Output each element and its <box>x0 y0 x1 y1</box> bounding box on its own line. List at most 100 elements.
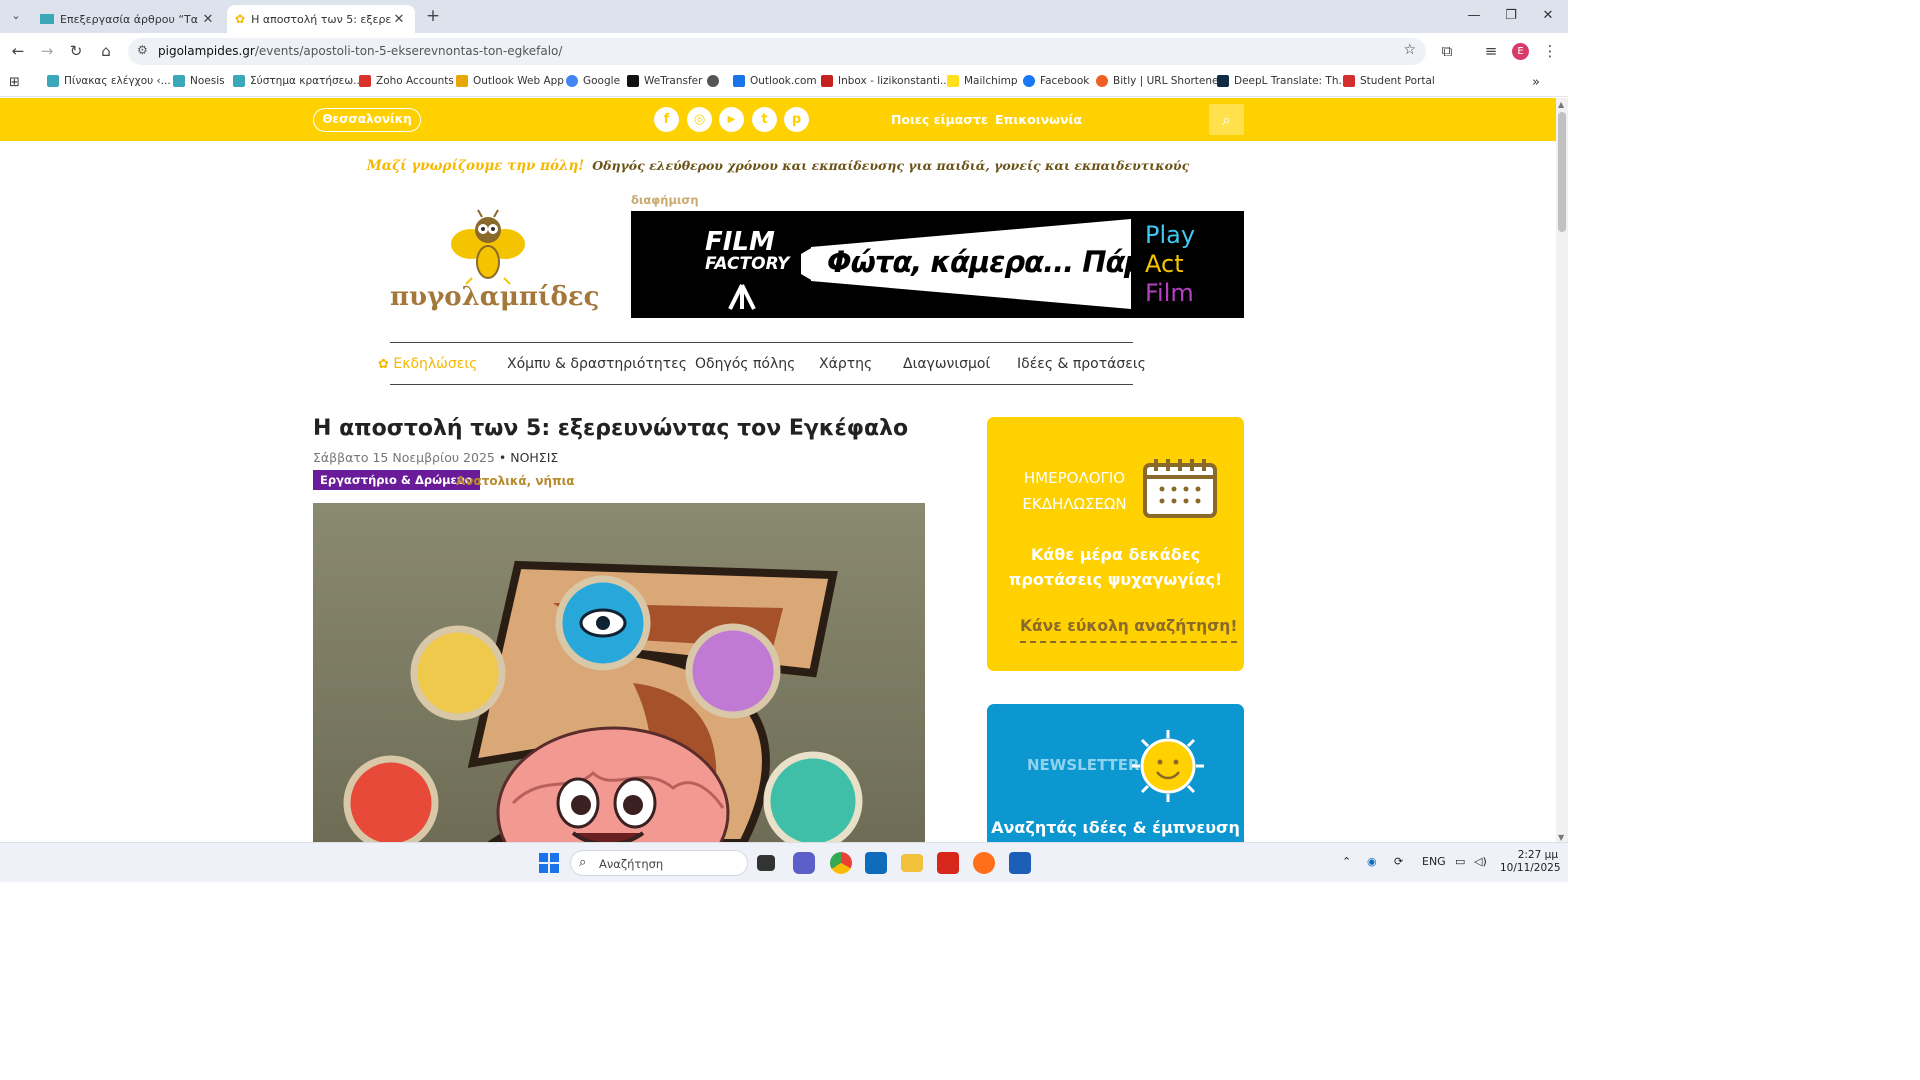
close-tab-icon[interactable]: ✕ <box>200 12 216 27</box>
clock-date: 10/11/2025 <box>1500 862 1561 874</box>
site-top-bar: Θεσσαλονίκη f ◎ ▶ t p Ποιες είμαστε Επικ… <box>0 98 1556 141</box>
article-tags[interactable]: Ανατολικά, νήπια <box>456 474 575 488</box>
bookmark-item[interactable]: Σύστημα κρατήσεω... <box>233 75 363 87</box>
site-tagline: Μαζί γνωρίζουμε την πόλη! Οδηγός ελεύθερο… <box>0 158 1556 174</box>
tray-sync-icon[interactable]: ⟳ <box>1394 855 1403 868</box>
menu-item-hobbies[interactable]: Χόμπυ & δραστηριότητες <box>507 356 687 372</box>
outlook-icon[interactable] <box>865 852 887 874</box>
browser-tab-active[interactable]: ✿ Η αποστολή των 5: εξερευνώντας… ✕ <box>227 5 415 33</box>
calendar-card-text: Κάθε μέρα δεκάδες προτάσεις ψυχαγωγίας! <box>1008 545 1223 589</box>
bookmarks-bar: ⊞ Πίνακας ελέγχου ‹... Noesis Σύστημα κρ… <box>0 70 1568 97</box>
bookmark-item[interactable]: Zoho Accounts <box>359 75 454 87</box>
teams-icon[interactable] <box>793 852 815 874</box>
ad-brand: FILM FACTORY <box>705 227 790 274</box>
tray-overflow-icon[interactable]: ⌃ <box>1342 855 1351 868</box>
bookmark-item[interactable]: Google <box>566 75 620 87</box>
page-scrollbar[interactable]: ▲ ▼ <box>1556 98 1568 842</box>
volume-icon[interactable]: ◁) <box>1474 855 1487 868</box>
search-icon: ⌕ <box>1222 110 1231 129</box>
instagram-icon[interactable]: ◎ <box>687 107 712 132</box>
menu-item-map[interactable]: Χάρτης <box>819 356 872 372</box>
task-view-icon[interactable] <box>757 855 775 871</box>
restore-icon[interactable]: ❐ <box>1501 6 1521 26</box>
ad-banner[interactable]: FILM FACTORY Φώτα, κάμερα... Πάμε! Play … <box>631 211 1244 318</box>
calendar-card-title: ΗΜΕΡΟΛΟΓΙΟ ΕΚΔΗΛΩΣΕΩΝ <box>1022 469 1127 513</box>
menu-item-ideas[interactable]: Ιδέες & προτάσεις <box>1017 356 1146 372</box>
close-tab-icon[interactable]: ✕ <box>391 12 407 27</box>
window-close-icon[interactable]: ✕ <box>1538 6 1558 26</box>
facebook-icon[interactable]: f <box>654 107 679 132</box>
bookmark-item[interactable]: Outlook Web App <box>456 75 564 87</box>
browser-menu-icon[interactable]: ⋮ <box>1540 41 1560 61</box>
contact-link[interactable]: Επικοινωνία <box>995 112 1082 127</box>
globe-bookmark-icon[interactable] <box>707 75 724 87</box>
url-domain: pigolampides.gr <box>158 44 255 58</box>
more-bookmarks-icon[interactable]: » <box>1532 75 1540 90</box>
organizer-link[interactable]: ΝΟΗΣΙΣ <box>510 450 558 465</box>
scroll-down-icon[interactable]: ▼ <box>1558 833 1564 842</box>
menu-item-city-guide[interactable]: Οδηγός πόλης <box>695 356 795 372</box>
bookmark-item[interactable]: Πίνακας ελέγχου ‹... <box>47 75 171 87</box>
calendar-search-link[interactable]: Κάνε εύκολη αναζήτηση! <box>1020 617 1238 643</box>
browser-toolbar: ← → ↻ ⌂ ⚙ pigolampides.gr/events/apostol… <box>0 33 1568 70</box>
twitter-icon[interactable]: t <box>752 107 777 132</box>
category-badge[interactable]: Εργαστήριο & Δρώμενο <box>313 470 480 490</box>
minimize-icon[interactable]: — <box>1464 6 1484 26</box>
forward-arrow-icon[interactable]: → <box>37 41 57 61</box>
tray-app-icon[interactable]: ◉ <box>1367 855 1377 868</box>
bookmark-star-icon[interactable]: ☆ <box>1403 42 1416 58</box>
bookmark-item[interactable]: Mailchimp <box>947 75 1018 87</box>
bookmark-item[interactable]: Student Portal <box>1343 75 1435 87</box>
clock[interactable]: 2:27 μμ 10/11/2025 <box>1500 849 1561 875</box>
menu-item-contests[interactable]: Διαγωνισμοί <box>903 356 990 372</box>
taskbar-search-placeholder: Αναζήτηση <box>599 857 664 871</box>
site-info-icon[interactable]: ⚙ <box>137 43 148 57</box>
bookmark-item[interactable]: Facebook <box>1023 75 1089 87</box>
windows-start-icon[interactable] <box>539 853 559 873</box>
url-text[interactable]: pigolampides.gr/events/apostoli-ton-5-ek… <box>158 44 562 58</box>
tab-search-icon[interactable]: ⌄ <box>6 6 26 26</box>
bookmark-item[interactable]: Noesis <box>173 75 225 87</box>
profile-avatar[interactable]: E <box>1512 43 1529 60</box>
home-icon[interactable]: ⌂ <box>96 41 116 61</box>
bookmark-item[interactable]: Bitly | URL Shortener <box>1096 75 1223 87</box>
events-calendar-card[interactable]: ΗΜΕΡΟΛΟΓΙΟ ΕΚΔΗΛΩΣΕΩΝ Κάθε μέρα δεκάδες … <box>987 417 1244 671</box>
article-meta: Σάββατο 15 Νοεμβρίου 2025 • ΝΟΗΣΙΣ <box>313 450 558 465</box>
acrobat-icon[interactable] <box>937 852 959 874</box>
scroll-up-icon[interactable]: ▲ <box>1558 100 1564 109</box>
youtube-icon[interactable]: ▶ <box>719 107 744 132</box>
back-arrow-icon[interactable]: ← <box>8 41 28 61</box>
language-indicator[interactable]: ENG <box>1422 855 1446 868</box>
browser-tab[interactable]: Επεξεργασία άρθρου “Τα sold out… ✕ <box>32 5 224 33</box>
address-bar[interactable]: ⚙ pigolampides.gr/events/apostoli-ton-5-… <box>128 38 1426 65</box>
chrome-icon[interactable] <box>830 852 852 874</box>
logo-text[interactable]: πυγολαμπίδες <box>390 282 599 312</box>
newsletter-card[interactable]: NEWSLETTER Αναζητάς ιδέες & έμπνευση <box>987 704 1244 842</box>
media-control-icon[interactable]: ≡ <box>1481 41 1501 61</box>
menu-item-events[interactable]: ✿ Εκδηλώσεις <box>378 356 477 372</box>
about-link[interactable]: Ποιες είμαστε <box>891 112 988 127</box>
ad-words: Play Act Film <box>1145 221 1196 307</box>
bookmark-item[interactable]: DeepL Translate: Th... <box>1217 75 1349 87</box>
firefox-icon[interactable] <box>973 852 995 874</box>
pinterest-icon[interactable]: p <box>784 107 809 132</box>
network-icon[interactable]: ▭ <box>1455 855 1465 868</box>
apps-grid-icon[interactable]: ⊞ <box>9 75 20 90</box>
bookmark-item[interactable]: Outlook.com <box>733 75 817 87</box>
bookmark-item[interactable]: Inbox - lizikonstanti... <box>821 75 950 87</box>
new-tab-plus-icon[interactable]: + <box>423 6 443 26</box>
bookmark-item[interactable]: WeTransfer <box>627 75 702 87</box>
city-select-button[interactable]: Θεσσαλονίκη <box>313 108 421 132</box>
article-title: Η αποστολή των 5: εξερευνώντας τον Εγκέφ… <box>313 416 909 441</box>
file-explorer-icon[interactable] <box>901 854 923 872</box>
clock-time: 2:27 μμ <box>1517 849 1558 861</box>
taskbar-search[interactable]: ⌕ Αναζήτηση <box>570 850 748 876</box>
tab-title: Η αποστολή των 5: εξερευνώντας… <box>251 12 391 26</box>
word-icon[interactable] <box>1009 852 1031 874</box>
reload-icon[interactable]: ↻ <box>66 41 86 61</box>
newsletter-title: NEWSLETTER <box>1027 756 1140 774</box>
scrollbar-thumb[interactable] <box>1558 112 1566 232</box>
extensions-icon[interactable]: ⧉ <box>1437 41 1457 61</box>
firefly-favicon-icon: ✿ <box>235 12 246 26</box>
site-search-button[interactable]: ⌕ <box>1209 104 1244 135</box>
